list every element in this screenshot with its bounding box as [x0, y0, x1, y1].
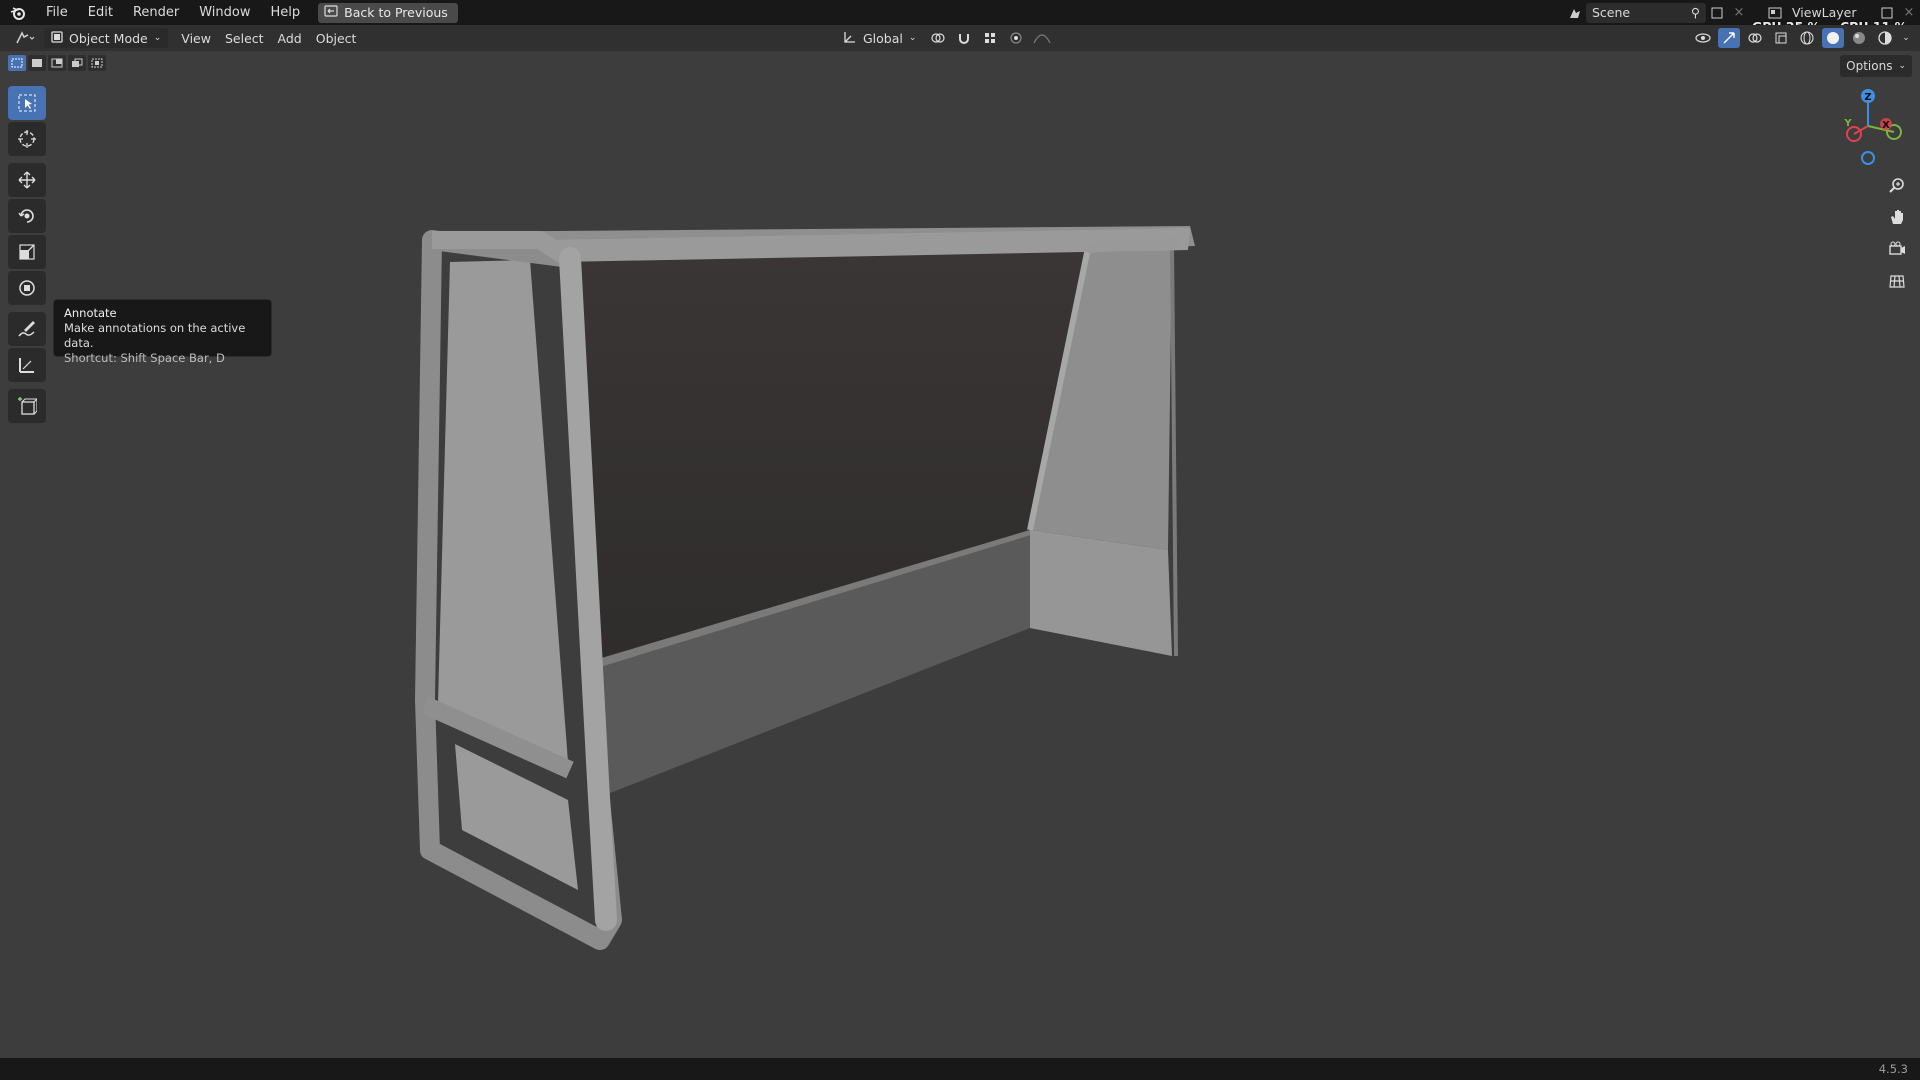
snap-target-icon[interactable]	[979, 28, 1001, 48]
navigation-gizmo[interactable]: Z Y X	[1832, 88, 1912, 168]
select-new-icon[interactable]	[8, 55, 26, 71]
select-subtract-icon[interactable]	[48, 55, 66, 71]
annotate-tooltip: Annotate Make annotations on the active …	[53, 299, 272, 365]
orientation-select[interactable]: Global ⌄	[836, 28, 923, 48]
editor-type-icon[interactable]	[10, 28, 40, 48]
overlay-icon[interactable]	[1744, 28, 1766, 48]
gizmo-y-label: Y	[1843, 118, 1852, 129]
zoom-icon[interactable]	[1883, 172, 1911, 198]
select-difference-icon[interactable]	[68, 55, 86, 71]
annotate-icon[interactable]	[8, 312, 46, 346]
object-mode-label: Object Mode	[69, 30, 148, 46]
menu-help[interactable]: Help	[261, 0, 311, 25]
solid-shading-icon[interactable]	[1822, 28, 1844, 48]
gizmo-icon[interactable]	[1718, 28, 1740, 48]
menu-file[interactable]: File	[36, 0, 78, 25]
grid-icon[interactable]	[1883, 268, 1911, 294]
menu-window[interactable]: Window	[189, 0, 260, 25]
selection-modes	[8, 55, 106, 71]
blender-logo-icon[interactable]	[0, 0, 36, 25]
select-box-icon[interactable]	[8, 86, 46, 120]
options-dropdown[interactable]: Options ⌄	[1840, 55, 1912, 77]
options-label: Options	[1846, 59, 1893, 73]
close-icon[interactable]: ×	[1728, 3, 1750, 23]
chevron-down-icon: ⌄	[153, 33, 162, 43]
shading-tools: ⌄	[1692, 25, 1912, 51]
transform-icon[interactable]	[8, 271, 46, 305]
view-layer-name[interactable]: ViewLayer	[1792, 5, 1857, 20]
scene-field[interactable]: Scene ⚲	[1586, 2, 1706, 23]
orientation-icon	[843, 30, 857, 47]
chevron-down-icon: ⌄	[1898, 61, 1906, 71]
xray-icon[interactable]	[1770, 28, 1792, 48]
wireframe-shading-icon[interactable]	[1796, 28, 1818, 48]
object-mode-icon	[51, 30, 63, 46]
measure-icon[interactable]	[8, 348, 46, 382]
move-icon[interactable]	[8, 163, 46, 197]
back-to-previous-label: Back to Previous	[344, 5, 448, 20]
scene-name[interactable]: Scene	[1592, 5, 1630, 20]
top-bar: File Edit Render Window Help Back to Pre…	[0, 0, 1920, 25]
back-to-previous-button[interactable]: Back to Previous	[318, 2, 458, 23]
chevron-down-icon: ⌄	[908, 33, 917, 43]
transform-tools: Global ⌄	[836, 25, 1053, 51]
rotate-icon[interactable]	[8, 199, 46, 233]
new-scene-icon[interactable]	[1706, 3, 1728, 23]
select-extend-icon[interactable]	[28, 55, 46, 71]
gizmo-z-label: Z	[1864, 92, 1871, 103]
pivot-icon[interactable]	[927, 28, 949, 48]
menu-edit[interactable]: Edit	[78, 0, 123, 25]
visibility-icon[interactable]	[1692, 28, 1714, 48]
viewport-3d[interactable]	[0, 51, 1920, 1058]
status-bar: 4.5.3	[0, 1058, 1920, 1080]
gizmo-x-label: X	[1882, 120, 1890, 131]
menu-view[interactable]: View	[174, 28, 218, 48]
menu-render[interactable]: Render	[123, 0, 189, 25]
tooltip-description: Make annotations on the active data.	[64, 321, 246, 350]
version-label: 4.5.3	[1878, 1062, 1908, 1076]
scene-icon[interactable]	[1564, 3, 1586, 23]
snap-icon[interactable]	[953, 28, 975, 48]
goal-left-side-panel	[438, 260, 568, 762]
menu-object[interactable]: Object	[309, 28, 364, 48]
material-shading-icon[interactable]	[1848, 28, 1870, 48]
falloff-icon[interactable]	[1031, 28, 1053, 48]
pin-icon[interactable]: ⚲	[1691, 5, 1700, 20]
tool-bar	[8, 86, 46, 425]
tooltip-title: Annotate	[64, 306, 117, 320]
object-mode-select[interactable]: Object Mode ⌄	[44, 28, 169, 48]
tooltip-shortcut: Shortcut: Shift Space Bar, D	[64, 351, 225, 365]
proportional-edit-icon[interactable]	[1005, 28, 1027, 48]
orientation-label: Global	[863, 30, 903, 46]
menu-select[interactable]: Select	[218, 28, 271, 48]
back-icon	[324, 5, 338, 20]
add-cube-icon[interactable]	[8, 389, 46, 423]
cursor-icon[interactable]	[8, 122, 46, 156]
viewport-header: Object Mode ⌄ View Select Add Object Glo…	[0, 25, 1920, 51]
camera-icon[interactable]	[1883, 236, 1911, 262]
viewport-navigation	[1883, 172, 1911, 294]
menu-add[interactable]: Add	[271, 28, 309, 48]
scale-icon[interactable]	[8, 235, 46, 269]
rendered-shading-icon[interactable]	[1874, 28, 1896, 48]
select-intersect-icon[interactable]	[88, 55, 106, 71]
shading-options-icon[interactable]: ⌄	[1900, 28, 1912, 48]
hand-icon[interactable]	[1883, 204, 1911, 230]
